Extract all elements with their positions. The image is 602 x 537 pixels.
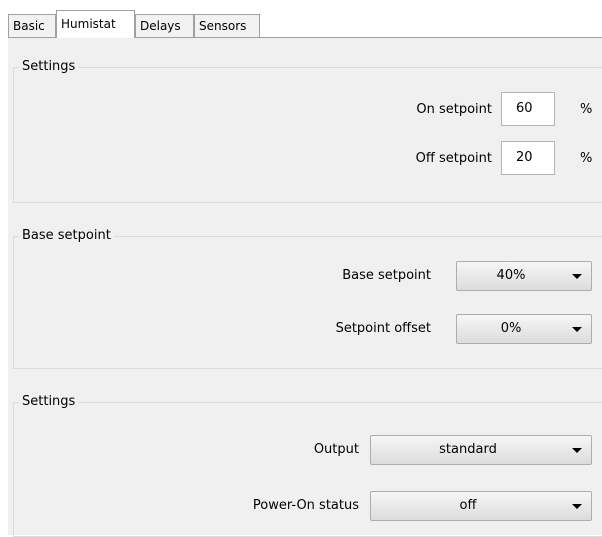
settings-setpoints-group: Settings On setpoint 60 % Off setpoint 2…: [13, 58, 602, 203]
tab-humistat[interactable]: Humistat: [56, 10, 135, 38]
output-label: Output: [313, 442, 359, 457]
on-setpoint-unit: %: [580, 102, 593, 117]
group-title: Settings: [19, 393, 79, 411]
group-title: Base setpoint: [19, 227, 114, 245]
on-setpoint-label: On setpoint: [416, 102, 492, 117]
output-dropdown[interactable]: standard: [370, 435, 592, 465]
setpoint-offset-label: Setpoint offset: [335, 321, 431, 336]
tab-basic[interactable]: Basic: [8, 14, 56, 37]
power-on-status-value: off: [459, 498, 477, 513]
tab-bar: Basic Humistat Delays Sensors: [8, 8, 602, 38]
power-on-status-dropdown[interactable]: off: [370, 491, 592, 521]
power-on-status-label: Power-On status: [252, 498, 359, 513]
base-setpoint-value: 40%: [496, 268, 526, 283]
tab-delays[interactable]: Delays: [135, 14, 194, 37]
humistat-panel: Settings On setpoint 60 % Off setpoint 2…: [8, 38, 602, 537]
off-setpoint-input[interactable]: 20: [501, 141, 555, 175]
off-setpoint-unit: %: [580, 151, 593, 166]
base-setpoint-group: Base setpoint Base setpoint 40% Setpoint…: [13, 227, 602, 369]
output-settings-group: Settings Output standard Power-On status…: [13, 393, 602, 537]
group-title: Settings: [19, 58, 79, 76]
off-setpoint-label: Off setpoint: [415, 151, 492, 166]
chevron-down-icon: [572, 327, 582, 332]
base-setpoint-dropdown[interactable]: 40%: [456, 261, 592, 291]
chevron-down-icon: [572, 504, 582, 509]
chevron-down-icon: [572, 448, 582, 453]
base-setpoint-label: Base setpoint: [342, 268, 431, 283]
output-value: standard: [439, 442, 497, 457]
chevron-down-icon: [572, 274, 582, 279]
setpoint-offset-value: 0%: [500, 321, 522, 336]
tab-sensors[interactable]: Sensors: [194, 14, 260, 37]
on-setpoint-input[interactable]: 60: [501, 92, 555, 126]
setpoint-offset-dropdown[interactable]: 0%: [456, 314, 592, 344]
